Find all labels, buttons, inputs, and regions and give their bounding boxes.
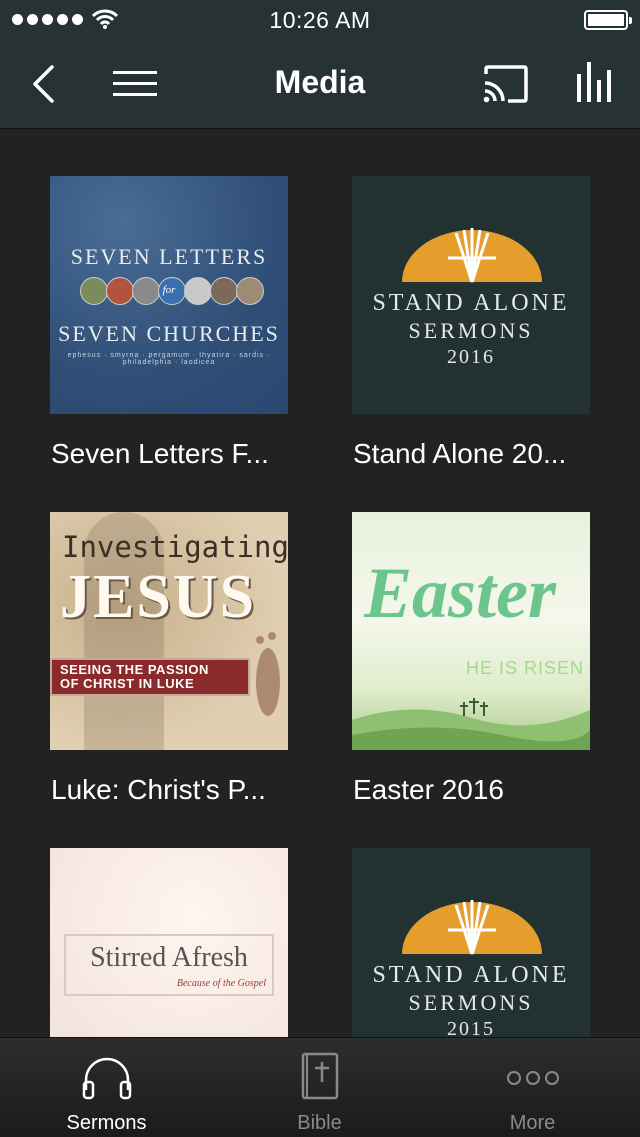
artwork-subtitle: ephesus · smyrna · pergamum · thyatira ·… [67,352,271,366]
artwork-connector: for [162,284,176,296]
tab-label: Bible [297,1112,342,1134]
top-bar: 10:26 AM Media [0,0,640,128]
media-card[interactable]: STAND ALONE SERMONS 2016 Stand Alone 20.… [352,176,592,469]
media-title: Stand Alone 20... [353,438,567,469]
artwork-year: 2015 [447,1018,495,1037]
media-card[interactable]: SEVEN LETTERS for SEVEN CHURCHES ephesus… [50,176,290,469]
artwork-title-main: Easter [364,553,557,633]
media-title: Easter 2016 [353,774,504,805]
media-card[interactable]: Stirred Afresh Because of the Gospel [50,848,290,1037]
artwork-title-line: STAND ALONE [372,962,570,988]
status-bar: 10:26 AM [0,0,640,40]
artwork-year: 2016 [447,346,495,368]
artwork-title-line: SEVEN CHURCHES [58,321,280,346]
battery-icon [584,10,632,30]
series-artwork: Stirred Afresh Because of the Gospel [50,848,288,1037]
artwork-title-line: SEVEN LETTERS [70,244,268,269]
artwork-title-main: Stirred Afresh [90,942,248,973]
media-card[interactable]: Easter HE IS RISEN Easter 2016 [352,512,592,805]
media-card[interactable]: Investigating JESUS SEEING THE PASSION O… [50,512,290,805]
artwork-subtitle: HE IS RISEN [466,658,585,678]
media-card[interactable]: STAND ALONE SERMONS 2015 [352,848,592,1037]
artwork-title-line: STAND ALONE [372,290,570,316]
hills-with-crosses [352,698,590,750]
sunrise-cross-logo [402,228,542,283]
tab-sermons[interactable]: Sermons [0,1038,213,1137]
series-artwork: STAND ALONE SERMONS 2015 [352,848,590,1037]
footprints-decoration [256,632,280,716]
equalizer-icon[interactable] [576,60,614,104]
artwork-subtitle: Because of the Gospel [176,978,266,989]
series-artwork: Easter HE IS RISEN [352,512,590,750]
artwork-title-line: SERMONS [408,318,534,343]
series-artwork: Investigating JESUS SEEING THE PASSION O… [50,512,288,750]
series-artwork: SEVEN LETTERS for SEVEN CHURCHES ephesus… [50,176,288,414]
tab-bar: Sermons Bible More [0,1037,640,1137]
more-dots-icon [506,1071,559,1085]
tab-label: Sermons [66,1112,147,1134]
tab-label: More [509,1112,556,1134]
cast-icon[interactable] [482,64,530,104]
artwork-subtitle: SEEING THE PASSION [60,662,209,677]
page-title: Media [274,64,366,100]
artwork-subtitle: OF CHRIST IN LUKE [60,676,195,691]
artwork-title-line: SERMONS [408,990,534,1015]
media-title: Seven Letters F... [51,438,269,469]
status-time: 10:26 AM [269,7,371,33]
media-title: Luke: Christ's P... [51,774,266,805]
sunrise-cross-logo [402,900,542,955]
tab-more[interactable]: More [426,1038,639,1137]
media-grid: SEVEN LETTERS for SEVEN CHURCHES ephesus… [0,129,640,1037]
series-artwork: STAND ALONE SERMONS 2016 [352,176,590,414]
headphones-icon [82,1057,131,1100]
tab-bible[interactable]: Bible [213,1038,426,1137]
artwork-title-main: JESUS [60,563,257,631]
artwork-title-line: Investigating [62,530,288,564]
bible-book-icon [301,1052,338,1100]
